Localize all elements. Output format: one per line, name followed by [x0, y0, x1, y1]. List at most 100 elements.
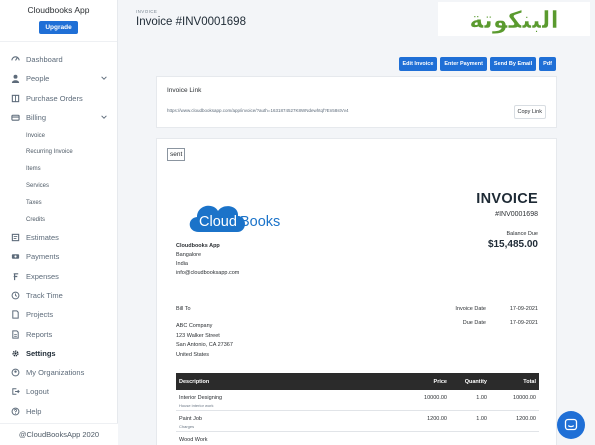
sidebar-subitem-services[interactable]: Services — [0, 178, 118, 195]
chevron-down-icon — [101, 115, 107, 119]
table-row: Interior Designing House interior work 1… — [176, 390, 539, 411]
column-header-price: Price — [433, 378, 447, 385]
page-title: Invoice #INV0001698 — [136, 16, 246, 28]
organization-icon — [10, 368, 20, 378]
sidebar-item-projects[interactable]: Projects — [0, 305, 118, 324]
watermark-logo: البنكوتة — [438, 2, 590, 36]
sidebar-item-reports[interactable]: Reports — [0, 324, 118, 343]
invoice-date-row: Invoice Date 17-09-2021 — [436, 306, 538, 320]
item-total: 1200.00 — [516, 416, 536, 422]
sidebar-item-track-time[interactable]: Track Time — [0, 286, 118, 305]
line-items-table: Description Price Quantity Total Interio… — [176, 373, 539, 445]
chat-button[interactable] — [557, 411, 585, 439]
logo-text-books: Books — [240, 214, 280, 230]
invoice-date-value: 17-09-2021 — [509, 306, 538, 312]
sidebar-item-help[interactable]: Help — [0, 402, 118, 421]
item-price: 10000.00 — [424, 395, 447, 401]
item-price: 1200.00 — [427, 416, 447, 422]
brand: Cloudbooks App Upgrade — [0, 0, 117, 42]
document-icon — [10, 310, 20, 320]
sidebar-item-label: Purchase Orders — [26, 93, 83, 103]
user-icon — [10, 74, 20, 84]
sidebar-item-my-organizations[interactable]: My Organizations — [0, 363, 118, 382]
book-icon — [10, 93, 20, 103]
balance-due-label: Balance Due — [506, 231, 539, 237]
bill-to-address: ABC Company 123 Walker Street San Antoni… — [176, 322, 233, 360]
sidebar-subitem-credits[interactable]: Credits — [0, 211, 118, 228]
from-address: Cloudbooks App Bangalore India info@clou… — [176, 242, 239, 278]
item-description: Paint Job Charges — [176, 416, 376, 429]
sidebar-item-settings[interactable]: Settings — [0, 344, 118, 363]
column-header-quantity: Quantity — [464, 378, 487, 385]
invoice-link-url[interactable]: https://www.cloudbooksapp.com/app/invoic… — [167, 108, 349, 113]
logo-text-cloud: Cloud — [199, 214, 237, 230]
from-name: Cloudbooks App — [176, 243, 220, 249]
sidebar-item-dashboard[interactable]: Dashboard — [0, 50, 118, 69]
sidebar-subitem-taxes[interactable]: Taxes — [0, 194, 118, 211]
item-total: 10000.00 — [513, 395, 536, 401]
logout-icon — [10, 387, 20, 397]
sidebar-item-label: Estimates — [26, 233, 59, 243]
invoice-link-title: Invoice Link — [167, 87, 202, 94]
item-name: Paint Job — [179, 416, 202, 422]
sidebar-item-label: Expenses — [26, 271, 59, 281]
bill-to-company: ABC Company — [176, 323, 213, 329]
status-badge: sent — [167, 148, 186, 161]
invoice-document: sent Cloud Books Cloudbooks App Bangalor… — [156, 138, 557, 445]
bill-to-label: Bill To — [176, 306, 191, 312]
sidebar-item-logout[interactable]: Logout — [0, 382, 118, 401]
watermark-text: البنكوتة — [469, 6, 558, 34]
sidebar-item-label: My Organizations — [26, 368, 85, 378]
payments-icon — [10, 252, 20, 262]
table-row: Paint Job Charges 1200.00 1.00 1200.00 — [176, 411, 539, 432]
enter-payment-button[interactable]: Enter Payment — [440, 57, 487, 71]
due-date-label: Due Date — [462, 320, 486, 326]
breadcrumb[interactable]: INVOICE — [136, 9, 157, 14]
edit-invoice-button[interactable]: Edit Invoice — [398, 57, 438, 71]
sidebar-item-label: Payments — [26, 252, 60, 262]
from-city: Bangalore — [176, 252, 202, 258]
sidebar-item-label: Help — [26, 406, 42, 416]
item-quantity: 1.00 — [476, 395, 487, 401]
sidebar-item-billing[interactable]: Billing — [0, 108, 118, 127]
cloudbooks-logo: Cloud Books — [189, 205, 280, 232]
invoice-number: #INV0001698 — [495, 211, 538, 218]
expense-icon — [10, 271, 20, 281]
gear-icon — [10, 348, 20, 358]
send-by-email-button[interactable]: Send By Email — [489, 57, 537, 71]
help-icon — [10, 406, 20, 416]
due-date-value: 17-09-2021 — [509, 320, 538, 326]
from-email: info@cloudbooksapp.com — [176, 270, 240, 276]
dashboard-icon — [10, 55, 20, 65]
sidebar-item-purchase-orders[interactable]: Purchase Orders — [0, 89, 118, 108]
due-date-row: Due Date 17-09-2021 — [436, 320, 538, 334]
sidebar-item-payments[interactable]: Payments — [0, 247, 118, 266]
sidebar: Cloudbooks App Upgrade Dashboard People … — [0, 0, 118, 445]
sidebar-item-label: Track Time — [26, 291, 63, 300]
sidebar-item-label: Reports — [26, 329, 53, 339]
sidebar-subitem-items[interactable]: Items — [0, 161, 118, 178]
billing-icon — [10, 113, 20, 123]
sidebar-footer: @CloudBooksApp 2020 — [0, 423, 118, 445]
report-icon — [10, 329, 20, 339]
balance-due-amount: $15,485.00 — [487, 239, 538, 250]
item-quantity: 1.00 — [476, 416, 487, 422]
sidebar-subitem-recurring-invoice[interactable]: Recurring Invoice — [0, 144, 118, 161]
clock-icon — [10, 291, 20, 301]
sidebar-subitem-invoice[interactable]: Invoice — [0, 127, 118, 144]
sidebar-item-expenses[interactable]: Expenses — [0, 267, 118, 286]
table-row: Wood Work — [176, 432, 539, 445]
invoice-heading: INVOICE — [476, 191, 538, 207]
sidebar-item-label: Settings — [26, 348, 56, 358]
sidebar-item-label: Projects — [26, 310, 54, 320]
app-name: Cloudbooks App — [27, 5, 90, 15]
sidebar-item-people[interactable]: People — [0, 69, 118, 88]
invoice-actions: Edit Invoice Enter Payment Send By Email… — [398, 57, 556, 71]
column-header-total: Total — [523, 378, 536, 385]
pdf-button[interactable]: Pdf — [539, 57, 556, 71]
bill-to-street: 123 Walker Street — [176, 332, 220, 339]
upgrade-button[interactable]: Upgrade — [39, 21, 78, 34]
copy-link-button[interactable]: Copy Link — [513, 105, 546, 119]
chevron-down-icon — [101, 76, 107, 81]
sidebar-item-estimates[interactable]: Estimates — [0, 228, 118, 247]
